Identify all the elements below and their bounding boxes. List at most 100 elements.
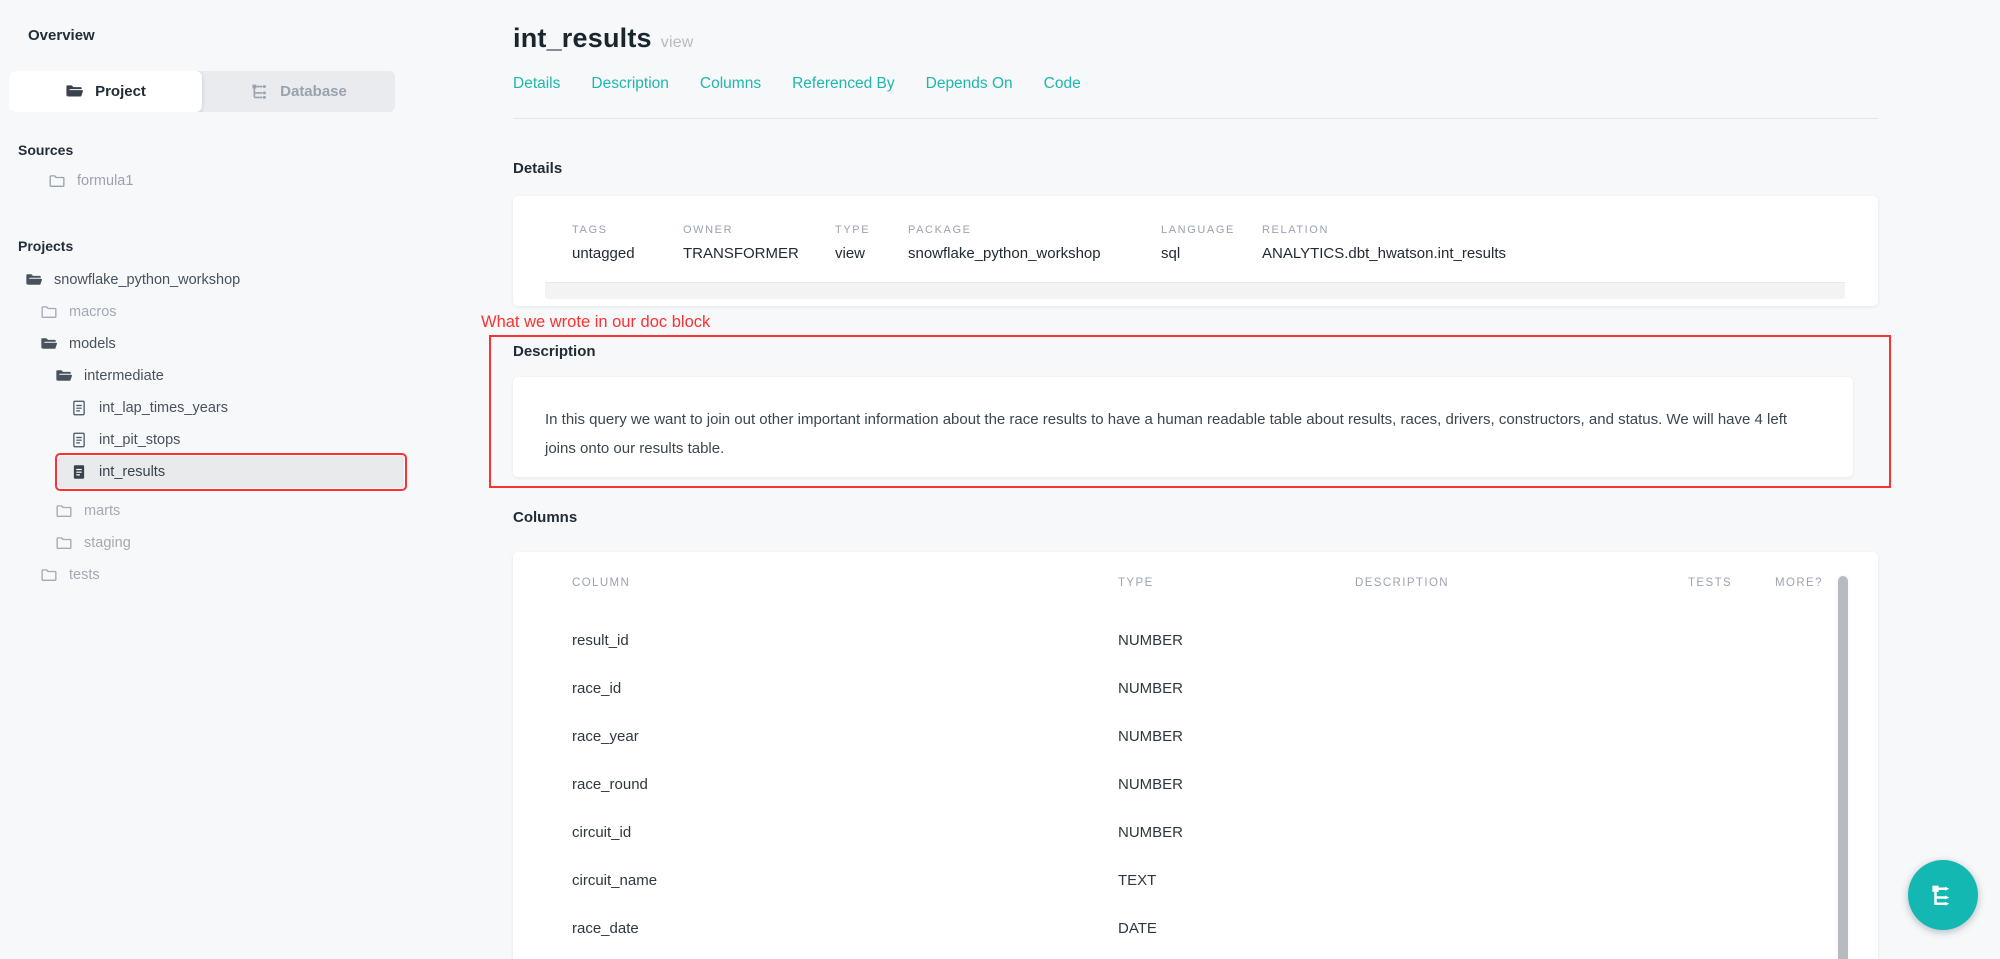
column-row-circuit_id[interactable]: circuit_idNUMBER [572, 808, 1878, 856]
folder-open-icon [40, 335, 58, 353]
column-row-race_id[interactable]: race_idNUMBER [572, 664, 1878, 712]
details-heading: Details [513, 160, 1878, 177]
main-content: int_resultsview Details Description Column… [400, 0, 2000, 959]
tabs-divider [513, 118, 1878, 119]
cell-column: result_id [572, 632, 1118, 649]
folder-open-icon [55, 367, 73, 385]
project-toggle-label: Project [95, 83, 146, 100]
database-toggle-label: Database [280, 83, 347, 100]
detail-field-language: LANGUAGE sql [1161, 224, 1262, 262]
folder-closed-icon [48, 172, 66, 190]
project-toggle-button[interactable]: Project [9, 71, 202, 112]
tree-item-int_results[interactable]: int_results [58, 456, 404, 488]
tree-item-label: snowflake_python_workshop [54, 272, 240, 288]
detail-field-label: OWNER [683, 224, 835, 236]
tree-item-int_pit_stops[interactable]: int_pit_stops [18, 424, 400, 456]
tab-depends-on[interactable]: Depends On [926, 75, 1013, 93]
tab-code[interactable]: Code [1044, 75, 1081, 93]
description-heading: Description [513, 343, 1853, 360]
source-item-label: formula1 [77, 173, 133, 189]
tree-item-macros[interactable]: macros [18, 296, 400, 328]
cell-column: circuit_name [572, 872, 1118, 889]
detail-field-label: LANGUAGE [1161, 224, 1262, 236]
description-card: In this query we want to join out other … [513, 377, 1853, 477]
columns-scrollbar[interactable] [1835, 574, 1850, 959]
folder-closed-icon [40, 303, 58, 321]
column-header-column: COLUMN [572, 577, 1118, 589]
description-text: In this query we want to join out other … [545, 405, 1821, 463]
cell-column: circuit_id [572, 824, 1118, 841]
detail-field-tags: TAGS untagged [572, 224, 683, 262]
tree-item-tests[interactable]: tests [18, 559, 400, 591]
cell-type: NUMBER [1118, 680, 1355, 697]
cell-type: NUMBER [1118, 728, 1355, 745]
tree-item-label: int_lap_times_years [99, 400, 228, 416]
tree-item-intermediate[interactable]: intermediate [18, 360, 400, 392]
column-header-description: DESCRIPTION [1355, 577, 1688, 589]
cell-type: NUMBER [1118, 776, 1355, 793]
detail-field-value: snowflake_python_workshop [908, 245, 1161, 262]
tree-item-staging[interactable]: staging [18, 527, 400, 559]
annotation-highlight-box: Description In this query we want to joi… [489, 335, 1891, 488]
details-collapsed-strip[interactable] [545, 282, 1845, 299]
cell-type: DATE [1118, 920, 1355, 937]
folder-closed-icon [55, 534, 73, 552]
detail-field-value: untagged [572, 245, 683, 262]
column-row-result_id[interactable]: result_idNUMBER [572, 616, 1878, 664]
detail-field-relation: RELATIONANALYTICS.dbt_hwatson.int_result… [1262, 224, 1506, 262]
source-item-formula1[interactable]: formula1 [18, 165, 400, 197]
lineage-graph-button[interactable] [1908, 860, 1978, 930]
column-header-type: TYPE [1118, 577, 1355, 589]
cell-type: NUMBER [1118, 632, 1355, 649]
cell-column: race_year [572, 728, 1118, 745]
materialization-badge: view [661, 34, 694, 51]
folder-open-icon [25, 271, 43, 289]
cell-type: NUMBER [1118, 824, 1355, 841]
columns-table-body: result_idNUMBERrace_idNUMBERrace_yearNUM… [572, 616, 1878, 959]
tree-item-snowflake_python_workshop[interactable]: snowflake_python_workshop [18, 264, 400, 296]
detail-field-value: sql [1161, 245, 1262, 262]
tree-item-label: marts [84, 503, 120, 519]
detail-field-owner: OWNERTRANSFORMER [683, 224, 835, 262]
project-tree: snowflake_python_workshopmacros models int… [18, 264, 400, 591]
tab-details[interactable]: Details [513, 75, 560, 93]
column-row-race_round[interactable]: race_roundNUMBER [572, 760, 1878, 808]
cell-column: race_round [572, 776, 1118, 793]
tree-item-label: int_results [99, 464, 165, 480]
tab-columns[interactable]: Columns [700, 75, 761, 93]
columns-table-header: COLUMNTYPEDESCRIPTIONTESTSMORE? [572, 574, 1878, 592]
details-fields: TAGSuntaggedOWNERTRANSFORMERTYPEviewPACK… [572, 224, 1878, 262]
column-header-more: MORE? [1775, 577, 1878, 589]
overview-heading: Overview [18, 27, 400, 44]
tab-referenced-by[interactable]: Referenced By [792, 75, 895, 93]
sources-heading: Sources [18, 142, 400, 158]
tree-item-marts[interactable]: marts [18, 495, 400, 527]
column-header-tests: TESTS [1688, 577, 1775, 589]
database-toggle-button[interactable]: Database [202, 71, 395, 112]
column-row-race_time[interactable]: race_timeTIME [572, 952, 1878, 959]
columns-card: COLUMNTYPEDESCRIPTIONTESTSMORE? result_i… [513, 552, 1878, 959]
projects-heading: Projects [18, 238, 400, 254]
detail-field-label: TAGS [572, 224, 683, 236]
tab-description[interactable]: Description [591, 75, 669, 93]
tree-item-int_lap_times_years[interactable]: int_lap_times_years [18, 392, 400, 424]
tree-item-label: models [69, 336, 116, 352]
details-card: TAGSuntaggedOWNERTRANSFORMERTYPEviewPACK… [513, 196, 1878, 306]
detail-field-package: PACKAGEsnowflake_python_workshop [908, 224, 1161, 262]
column-row-circuit_name[interactable]: circuit_nameTEXT [572, 856, 1878, 904]
file-icon [70, 399, 88, 417]
file-icon [70, 431, 88, 449]
column-row-race_date[interactable]: race_dateDATE [572, 904, 1878, 952]
tree-item-label: intermediate [84, 368, 164, 384]
tree-item-label: tests [69, 567, 100, 583]
page-title: int_resultsview [513, 23, 1878, 54]
tree-icon [250, 82, 269, 101]
tree-item-models[interactable]: models [18, 328, 400, 360]
tree-item-label: int_pit_stops [99, 432, 180, 448]
columns-heading: Columns [513, 509, 1878, 526]
tree-item-label: staging [84, 535, 131, 551]
view-toggle: Project Database [9, 71, 395, 112]
scrollbar-thumb[interactable] [1838, 576, 1848, 959]
column-row-race_year[interactable]: race_yearNUMBER [572, 712, 1878, 760]
folder-closed-icon [55, 502, 73, 520]
